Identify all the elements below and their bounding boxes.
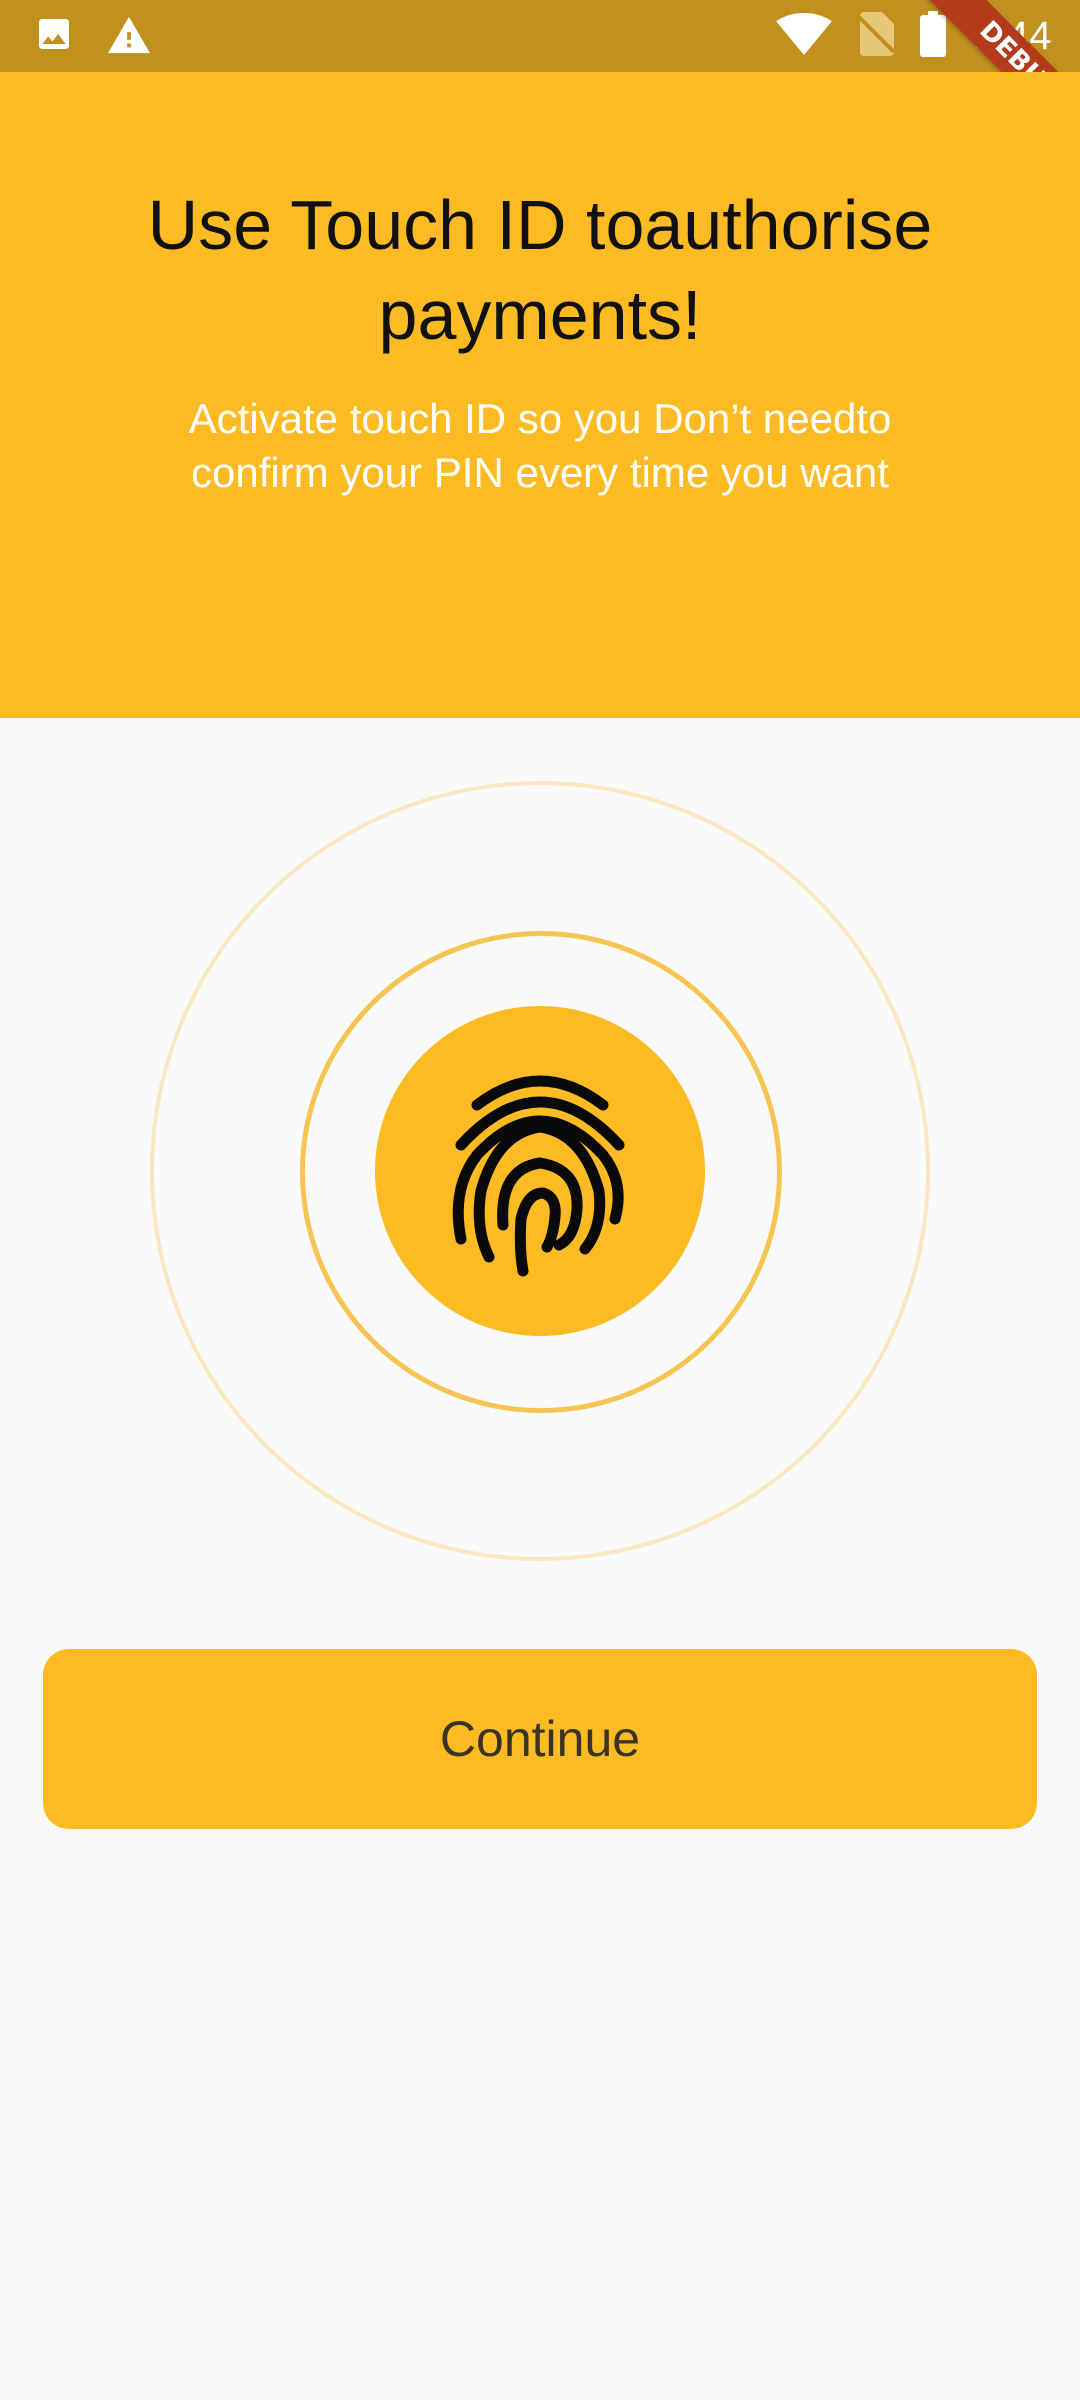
warning-icon [106,13,152,60]
no-sim-icon [856,11,896,61]
header: Use Touch ID toauthorise payments! Activ… [0,72,1080,718]
continue-button-label: Continue [439,1711,641,1767]
continue-button[interactable]: Continue [43,1649,1037,1829]
fingerprint-icon [447,1059,633,1284]
page-title: Use Touch ID toauthorise payments! [147,186,933,354]
fingerprint-illustration [150,781,930,1561]
image-icon [34,14,74,59]
page-subtitle: Activate touch ID so you Don’t needto co… [188,395,892,496]
wifi-icon [776,12,833,61]
status-bar: 9:44 [0,0,1080,72]
fingerprint-button[interactable] [375,1006,705,1336]
battery-icon [920,10,947,62]
status-bar-notifications [34,14,152,58]
